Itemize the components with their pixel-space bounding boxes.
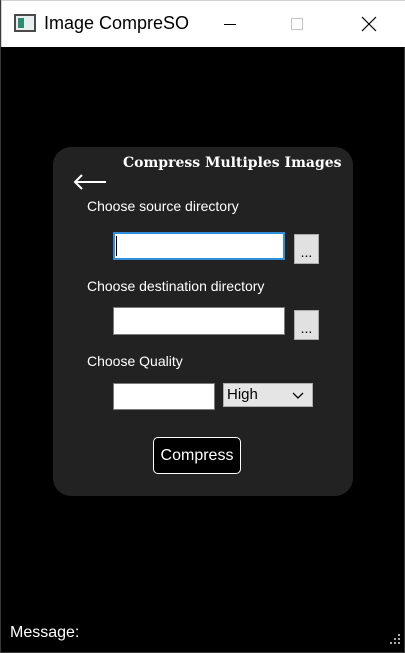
quality-select[interactable]: High (223, 383, 313, 407)
title-bar[interactable]: Image CompreSO (1, 0, 405, 47)
quality-label: Choose Quality (87, 353, 183, 369)
source-directory-input[interactable] (113, 232, 285, 260)
browse-destination-button[interactable]: ... (294, 310, 319, 340)
status-message-label: Message: (10, 624, 80, 641)
text-caret (116, 236, 117, 256)
window-title: Image CompreSO (44, 13, 190, 33)
minimize-button[interactable] (207, 1, 253, 47)
app-window: Image CompreSO Compress Multiples Images… (0, 0, 405, 653)
close-icon (361, 16, 377, 32)
destination-directory-label: Choose destination directory (87, 278, 265, 294)
chevron-down-icon (292, 392, 304, 399)
maximize-button[interactable] (275, 1, 321, 47)
card-heading: Compress Multiples Images (123, 155, 342, 171)
destination-directory-input[interactable] (113, 307, 285, 335)
back-arrow-icon[interactable] (72, 169, 110, 193)
compress-button[interactable]: Compress (153, 437, 241, 474)
app-window-icon (14, 14, 36, 32)
close-button[interactable] (346, 1, 392, 47)
source-directory-label: Choose source directory (87, 198, 239, 214)
quality-select-value: High (227, 386, 258, 403)
browse-source-button[interactable]: ... (294, 234, 319, 264)
resize-grip-icon[interactable] (390, 634, 402, 646)
quality-input[interactable] (113, 383, 215, 410)
